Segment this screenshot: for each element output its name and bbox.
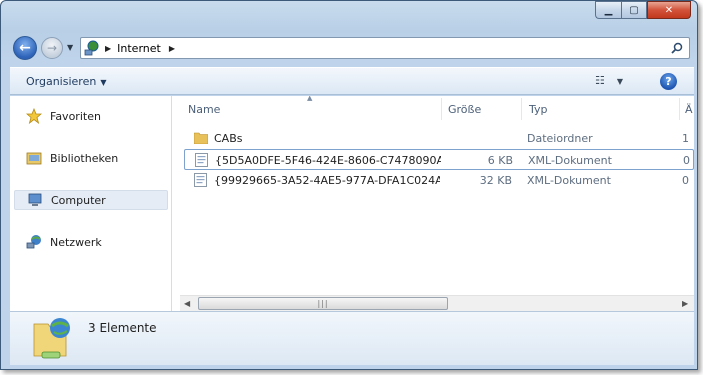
chevron-down-icon: ▼ [100,78,107,87]
file-row[interactable]: {99929665-3A52-4AE5-977A-DFA1C024A... 32… [184,170,694,191]
library-icon [26,150,46,166]
file-name: CABs [214,132,243,145]
forward-button[interactable]: → [41,37,63,59]
content-area: Favoriten Bibliotheken Computer Netzwerk [10,96,694,311]
item-count: 3 Elemente [88,321,157,335]
column-headers: ▲ Name Größe Typ Ä [180,96,694,122]
scroll-left-icon[interactable]: ◀ [184,299,190,308]
breadcrumb-chevron-icon[interactable]: ▶ [105,44,111,53]
file-name: {5D5A0DFE-5F46-424E-8606-C7478090A1... [215,154,441,167]
star-icon [26,108,46,124]
file-size: 32 KB [479,174,512,187]
network-icon [26,234,46,250]
scrollbar-thumb[interactable]: ||| [198,297,448,310]
navigation-pane: Favoriten Bibliotheken Computer Netzwerk [10,96,172,311]
network-location-icon [81,38,103,58]
recent-pages-dropdown[interactable]: ▼ [67,43,73,52]
file-list: ▲ Name Größe Typ Ä CABs Dateiordner 1 {5… [180,96,694,311]
file-extra: 0 [683,154,690,167]
nav-item-favorites[interactable]: Favoriten [14,106,168,126]
file-name: {99929665-3A52-4AE5-977A-DFA1C024A... [214,174,440,187]
file-size: 6 KB [487,154,513,167]
search-icon[interactable] [667,39,687,57]
column-header-extra[interactable]: Ä [685,103,693,116]
nav-item-label: Computer [51,193,106,207]
change-view-button[interactable]: ☷ ▼ [595,74,623,87]
nav-item-label: Netzwerk [50,235,102,249]
caption-buttons: ▁ ▢ ✕ [595,1,691,19]
chevron-down-icon: ▼ [616,77,624,86]
organize-label: Organisieren [26,75,97,88]
file-type: Dateiordner [527,132,593,145]
computer-icon [27,192,47,208]
breadcrumb-chevron-icon[interactable]: ▶ [169,44,175,53]
column-header-name[interactable]: Name [188,103,220,116]
organize-button[interactable]: Organisieren ▼ [26,75,106,88]
column-divider[interactable] [521,98,522,120]
nav-item-libraries[interactable]: Bibliotheken [14,148,168,168]
column-header-size[interactable]: Größe [448,103,481,116]
forward-arrow-icon: → [46,41,58,55]
close-button[interactable]: ✕ [647,1,691,19]
column-divider[interactable] [679,98,680,120]
nav-item-label: Bibliotheken [50,151,119,165]
maximize-button[interactable]: ▢ [621,1,647,19]
nav-item-label: Favoriten [50,109,101,123]
minimize-button[interactable]: ▁ [595,1,621,19]
xml-file-icon [194,173,207,190]
column-divider[interactable] [441,98,442,120]
column-header-type[interactable]: Typ [529,103,548,116]
nav-item-network[interactable]: Netzwerk [14,232,168,252]
back-arrow-icon: ← [19,40,31,56]
nav-item-computer[interactable]: Computer [14,190,168,210]
file-row[interactable]: {5D5A0DFE-5F46-424E-8606-C7478090A1... 6… [184,149,694,170]
horizontal-scrollbar[interactable]: ◀ ||| ▶ [180,295,694,311]
network-folder-icon [32,316,74,365]
sort-ascending-icon: ▲ [307,96,313,102]
explorer-window: ▁ ▢ ✕ ← → ▼ ▶ Internet ▶ Organisieren▼ [0,0,698,370]
file-type: XML-Dokument [528,154,612,167]
breadcrumb-internet[interactable]: Internet [117,42,161,55]
address-bar[interactable]: ▶ Internet ▶ [80,37,690,59]
help-icon[interactable]: ? [660,73,677,90]
file-type: XML-Dokument [527,174,611,187]
file-extra: 1 [682,132,689,145]
back-button[interactable]: ← [13,36,37,60]
folder-icon [193,131,209,147]
file-row[interactable]: CABs Dateiordner 1 [184,128,694,149]
scroll-right-icon[interactable]: ▶ [682,299,688,308]
xml-file-icon [195,153,208,170]
command-bar: Organisieren ▼ ☷ ▼ ? [10,67,694,95]
details-pane: 3 Elemente [10,311,694,365]
view-list-icon: ☷ [595,74,605,87]
file-extra: 0 [682,174,689,187]
